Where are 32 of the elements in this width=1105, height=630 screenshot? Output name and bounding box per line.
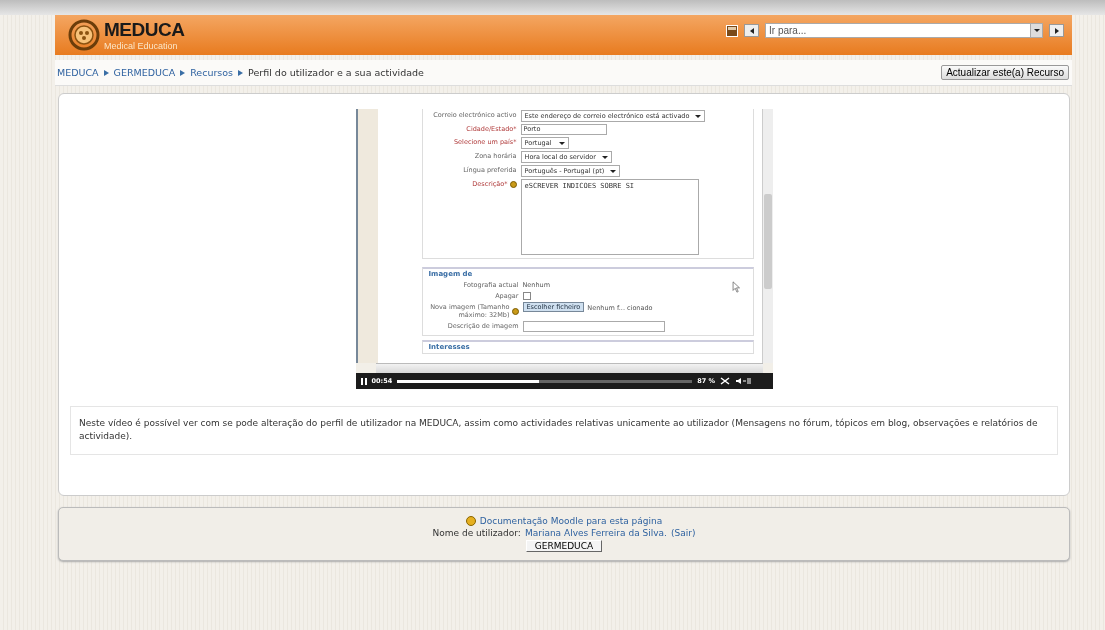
logo-subtitle: Medical Education bbox=[104, 41, 179, 51]
separator-icon bbox=[180, 69, 186, 76]
previous-button[interactable] bbox=[744, 24, 759, 37]
jump-select[interactable]: Ir para... bbox=[765, 23, 1043, 38]
logo-icon bbox=[67, 18, 101, 52]
logout-link[interactable]: (Sair) bbox=[670, 528, 696, 538]
separator-icon bbox=[238, 69, 244, 76]
progress-track[interactable] bbox=[397, 379, 693, 383]
course-button[interactable]: GERMEDUCA bbox=[525, 540, 603, 552]
info-icon bbox=[465, 516, 476, 526]
fullscreen-icon[interactable] bbox=[720, 377, 731, 385]
pause-icon[interactable] bbox=[360, 377, 367, 385]
breadcrumb-link[interactable]: Recursos bbox=[190, 67, 234, 78]
window-icon[interactable] bbox=[726, 24, 738, 37]
breadcrumb-link[interactable]: GERMEDUCA bbox=[113, 67, 176, 78]
user-label: Nome de utilizador: bbox=[432, 528, 521, 538]
horizontal-scrollbar[interactable] bbox=[375, 363, 763, 373]
volume-icon[interactable] bbox=[735, 377, 752, 385]
update-resource-button[interactable]: Actualizar este(a) Recurso bbox=[941, 65, 1069, 80]
breadcrumb-link[interactable]: MEDUCA bbox=[57, 67, 99, 78]
checkbox[interactable] bbox=[522, 292, 531, 300]
cursor-icon bbox=[731, 281, 741, 293]
documentation-link[interactable]: Documentação Moodle para esta página bbox=[479, 516, 663, 526]
user-name-link[interactable]: Mariana Alves Ferreira da Silva. bbox=[524, 528, 667, 538]
video-description: Neste vídeo é possível ver com se pode alteração do perfil de utilizador na MEDUCA, assim como actividades relativas unicamente ao utilizador (Mensagens no fórum, tópicos em blog, observações e relatórios de actividade). bbox=[70, 406, 1058, 456]
next-button[interactable] bbox=[1049, 24, 1064, 37]
breadcrumb-current: Perfil do utilizador e a sua actividade bbox=[248, 67, 424, 78]
separator-icon bbox=[103, 69, 109, 76]
text-field[interactable] bbox=[522, 321, 665, 332]
logo-title: MEDUCA bbox=[104, 19, 185, 41]
dropdown-button[interactable] bbox=[1030, 24, 1042, 37]
vertical-scrollbar[interactable] bbox=[761, 109, 773, 363]
